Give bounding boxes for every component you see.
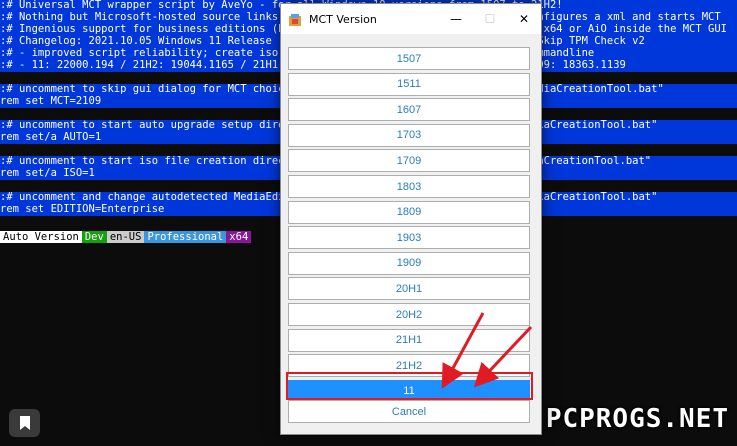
status-segment: Dev (81, 231, 107, 243)
version-option-21h2[interactable]: 21H2 (288, 354, 530, 378)
maximize-button: ☐ (473, 4, 507, 34)
minimize-button[interactable]: — (439, 4, 473, 34)
mct-version-dialog: MCT Version — ☐ ✕ 1507 1511 1607 1703 1709 18… (280, 3, 542, 435)
version-option-1903[interactable]: 1903 (288, 226, 530, 250)
status-segment: x64 (226, 231, 252, 243)
version-option-1803[interactable]: 1803 (288, 175, 530, 198)
status-segment: Auto Version (0, 231, 82, 243)
version-option-1809[interactable]: 1809 (288, 200, 530, 224)
dialog-titlebar[interactable]: MCT Version — ☐ ✕ (281, 4, 541, 34)
version-option-20h2[interactable]: 20H2 (288, 303, 530, 326)
maximize-icon: ☐ (484, 12, 496, 26)
version-option-1507[interactable]: 1507 (288, 47, 530, 70)
status-bar: Auto Version Dev en-US Professional x64 (0, 231, 252, 243)
status-segment: en-US (106, 231, 145, 243)
version-option-20h1[interactable]: 20H1 (288, 277, 530, 301)
status-segment: Professional (144, 231, 227, 243)
version-option-21h1[interactable]: 21H1 (288, 328, 530, 352)
version-option-1607[interactable]: 1607 (288, 98, 530, 122)
pin-icon (19, 416, 30, 430)
version-option-1909[interactable]: 1909 (288, 251, 530, 275)
version-option-1511[interactable]: 1511 (288, 72, 530, 96)
cancel-button[interactable]: Cancel (288, 400, 530, 423)
close-button[interactable]: ✕ (507, 4, 541, 34)
watermark: PCPROGS.NET (545, 404, 729, 434)
app-icon (288, 12, 302, 26)
taskbar-pin-button[interactable] (9, 409, 40, 437)
close-icon: ✕ (518, 12, 530, 26)
version-option-1703[interactable]: 1703 (288, 123, 530, 147)
minimize-icon: — (450, 12, 462, 26)
version-option-1709[interactable]: 1709 (288, 149, 530, 173)
dialog-title: MCT Version (309, 12, 377, 26)
